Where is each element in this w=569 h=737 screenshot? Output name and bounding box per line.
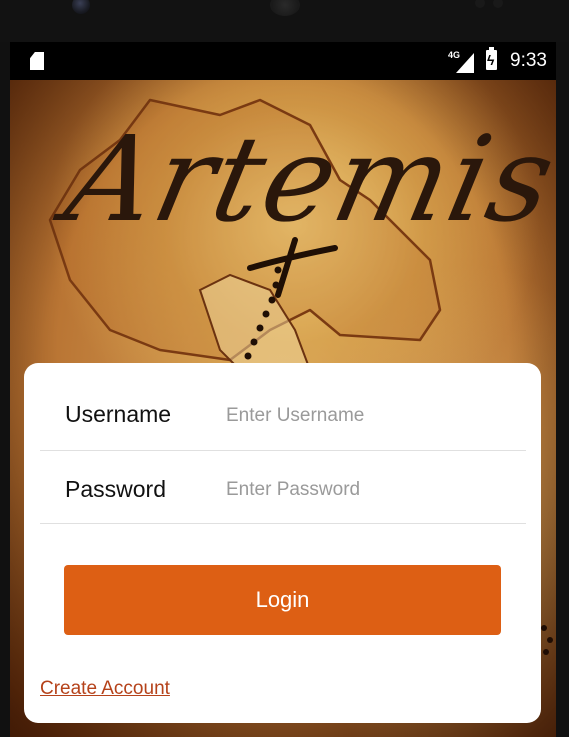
create-account-link[interactable]: Create Account [40,678,170,700]
light-sensor-icon [493,0,503,8]
signal-icon: 4G [448,50,474,73]
status-clock: 9:33 [510,50,547,71]
battery-charging-icon: ϟ [486,47,497,70]
status-bar: 4G ϟ 9:33 [10,42,556,80]
proximity-sensor-icon [475,0,485,8]
login-screen: Artemis Username Password Login Create A… [10,80,556,737]
sd-card-icon [30,52,44,70]
earpiece-speaker-icon [270,0,300,16]
bolt-icon: ϟ [487,52,495,68]
password-input[interactable] [226,475,516,505]
device-top-bezel [0,0,569,42]
username-label: Username [65,401,172,427]
front-camera-icon [72,0,90,14]
app-logo: Artemis [55,110,556,248]
username-row: Username [40,363,526,451]
login-button[interactable]: Login [64,565,501,635]
login-card: Username Password Login Create Account [24,363,541,723]
username-input[interactable] [226,401,516,431]
device-frame: 4G ϟ 9:33 Artemis Username Enter Usernam… [0,0,569,737]
network-type-label: 4G [448,50,461,60]
password-row: Password [40,451,526,524]
password-label: Password [65,476,166,502]
